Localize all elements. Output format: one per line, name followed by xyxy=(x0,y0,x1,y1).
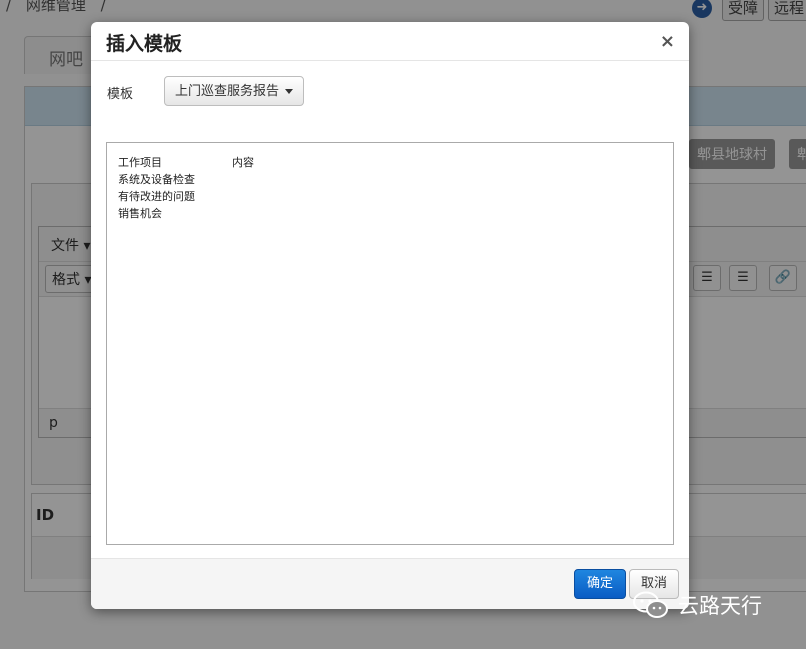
template-selected-value: 上门巡查服务报告 xyxy=(175,84,280,99)
table-cell xyxy=(232,188,254,205)
table-cell: 工作项目 xyxy=(118,156,162,169)
table-cell: 有待改进的问题 xyxy=(118,190,195,203)
table-cell: 销售机会 xyxy=(118,207,162,220)
modal-title: 插入模板 xyxy=(106,33,183,55)
template-preview[interactable]: 工作项目 内容 系统及设备检查 有待改进的问题 销售机会 xyxy=(106,142,674,545)
table-row: 系统及设备检查 xyxy=(118,171,254,188)
template-label: 模板 xyxy=(107,87,134,102)
table-row: 有待改进的问题 xyxy=(118,188,254,205)
template-dropdown[interactable]: 上门巡查服务报告 xyxy=(164,76,305,106)
template-table: 工作项目 内容 系统及设备检查 有待改进的问题 销售机会 xyxy=(118,154,254,222)
table-row: 销售机会 xyxy=(118,205,254,222)
watermark-text: 云路天行 xyxy=(678,594,762,618)
watermark: 云路天行 xyxy=(632,590,762,620)
insert-template-dialog: 插入模板 × 模板 上门巡查服务报告 工作项目 内容 系统及设备检查 有待改进的… xyxy=(91,22,689,609)
close-icon[interactable]: × xyxy=(660,31,675,52)
table-row: 工作项目 内容 xyxy=(118,154,254,171)
confirm-button[interactable]: 确定 xyxy=(574,569,626,599)
table-cell: 内容 xyxy=(232,156,254,169)
table-cell xyxy=(232,171,254,188)
table-cell: 系统及设备检查 xyxy=(118,173,195,186)
caret-down-icon xyxy=(285,89,294,94)
wechat-logo-icon xyxy=(632,590,670,620)
modal-footer: 确定 取消 xyxy=(91,558,689,609)
table-cell xyxy=(232,205,254,222)
modal-header: 插入模板 × xyxy=(91,22,689,61)
